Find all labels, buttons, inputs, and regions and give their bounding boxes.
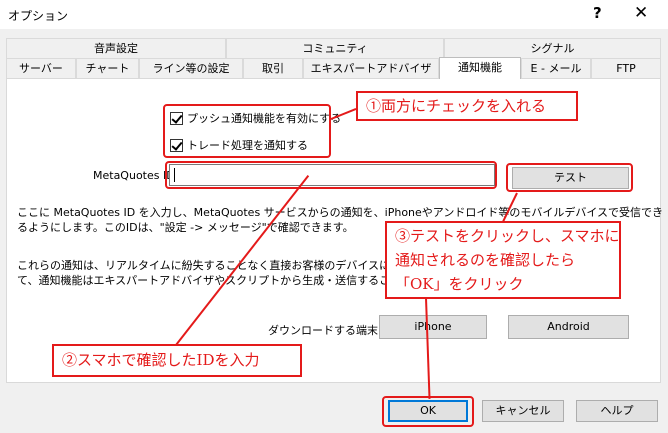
callout-check-both: ①両方にチェックを入れる [356,91,578,121]
callout-2-text: ②スマホで確認したIDを入力 [62,351,260,369]
android-button-label: Android [547,320,590,333]
cancel-button-label: キャンセル [495,404,551,417]
tab-trade[interactable]: 取引 [243,58,303,78]
help-icon[interactable]: ? [593,4,602,22]
tab-row-top: 音声設定 コミュニティ シグナル [6,38,661,58]
callout-3-line-1: ③テストをクリックし、スマホに [395,227,620,245]
id-input-highlight-box [165,161,497,189]
metaquotes-id-label: MetaQuotes ID [93,169,175,182]
tab-chart[interactable]: チャート [76,58,139,78]
info-text: これらの通知は、リアルタイムに紛失することなく直接お客様のデバイスに送 て、通知… [17,258,401,288]
test-button-highlight-box [506,163,633,192]
iphone-button[interactable]: iPhone [379,315,487,339]
help-button[interactable]: ヘルプ [576,400,658,422]
ok-button-highlight-box [382,396,474,427]
description-line-1: ここに MetaQuotes ID を入力し、MetaQuotes サービスから… [17,206,664,219]
callout-enter-id: ②スマホで確認したIDを入力 [52,344,302,377]
cancel-button[interactable]: キャンセル [482,400,564,422]
tab-sound[interactable]: 音声設定 [6,38,226,58]
tab-row-bottom: サーバー チャート ライン等の設定 取引 エキスパートアドバイザ 通知機能 E … [6,57,661,79]
tab-email[interactable]: E - メール [521,58,591,78]
window-title: オプション [8,9,69,23]
callout-3-line-3: 「OK」をクリック [395,275,524,293]
tab-signals[interactable]: シグナル [444,38,661,58]
tab-community[interactable]: コミュニティ [226,38,444,58]
title-bar: オプション ? ✕ [0,0,668,30]
download-label: ダウンロードする端末: [268,324,382,337]
callout-test-and-ok: ③テストをクリックし、スマホに 通知されるのを確認したら 「OK」をクリック [385,221,621,299]
iphone-button-label: iPhone [414,320,452,333]
checkbox-highlight-box [163,104,331,158]
tab-objects[interactable]: ライン等の設定 [139,58,243,78]
callout-3-line-2: 通知されるのを確認したら [395,251,576,269]
help-button-label: ヘルプ [600,404,634,417]
tab-notifications[interactable]: 通知機能 [439,57,521,79]
info-line-1: これらの通知は、リアルタイムに紛失することなく直接お客様のデバイスに送 [17,259,402,272]
info-line-2: て、通知機能はエキスパートアドバイザやスクリプトから生成・送信すること [17,274,402,287]
tab-ftp[interactable]: FTP [591,58,661,78]
callout-1-text: ①両方にチェックを入れる [366,97,547,115]
tab-server[interactable]: サーバー [6,58,76,78]
close-icon[interactable]: ✕ [634,3,648,23]
tab-expert-advisors[interactable]: エキスパートアドバイザ [303,58,439,78]
android-button[interactable]: Android [508,315,629,339]
